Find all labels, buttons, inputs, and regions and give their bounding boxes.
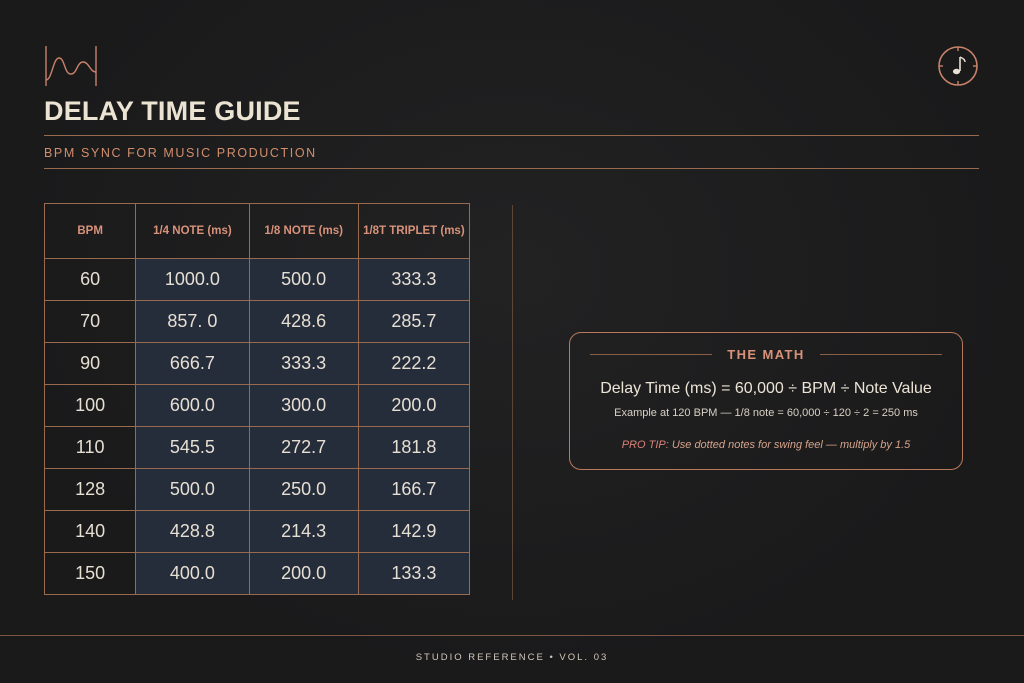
table-row: 70 857. 0 428.6 285.7 — [43, 300, 471, 343]
triplet-cell: 222.2 — [357, 342, 471, 385]
bpm-cell: 110 — [43, 426, 137, 469]
delay-time-table-wrapper: BPM 1/4 NOTE (ms) 1/8 NOTE (ms) 1/8T TRI… — [43, 203, 471, 595]
bpm-cell: 128 — [43, 468, 137, 511]
quarter-note-cell: 545.5 — [135, 426, 250, 469]
table-row: 150 400.0 200.0 133.3 — [43, 552, 471, 595]
pro-tip: PRO TIP: Use dotted notes for swing feel… — [570, 439, 962, 451]
quarter-note-cell: 500.0 — [135, 468, 250, 511]
header-bpm: BPM — [43, 203, 137, 259]
bpm-cell: 90 — [43, 342, 137, 385]
bpm-cell: 140 — [43, 510, 137, 553]
table-row: 110 545.5 272.7 181.8 — [43, 426, 471, 469]
eighth-note-cell: 428.6 — [248, 300, 359, 343]
footer-divider — [0, 635, 1024, 636]
table-row: 100 600.0 300.0 200.0 — [43, 384, 471, 427]
header-eighth-note: 1/8 NOTE (ms) — [248, 203, 359, 259]
subtitle-divider — [44, 168, 979, 169]
quarter-note-cell: 428.8 — [135, 510, 250, 553]
triplet-cell: 333.3 — [357, 258, 471, 301]
header-quarter-note: 1/4 NOTE (ms) — [135, 203, 250, 259]
triplet-cell: 181.8 — [357, 426, 471, 469]
vertical-divider — [512, 205, 513, 600]
footer-caption: STUDIO REFERENCE • VOL. 03 — [415, 652, 609, 663]
eighth-note-cell: 300.0 — [248, 384, 359, 427]
header-eighth-triplet: 1/8T TRIPLET (ms) — [357, 203, 471, 259]
eighth-note-cell: 272.7 — [248, 426, 359, 469]
eighth-note-cell: 214.3 — [248, 510, 359, 553]
triplet-cell: 285.7 — [357, 300, 471, 343]
pro-tip-text: Use dotted notes for swing feel — multip… — [668, 439, 911, 451]
quarter-note-cell: 857. 0 — [135, 300, 250, 343]
table-row: 90 666.7 333.3 222.2 — [43, 342, 471, 385]
bpm-cell: 150 — [43, 552, 137, 595]
table-header-row: BPM 1/4 NOTE (ms) 1/8 NOTE (ms) 1/8T TRI… — [43, 203, 471, 259]
eighth-note-cell: 333.3 — [248, 342, 359, 385]
triplet-cell: 200.0 — [357, 384, 471, 427]
math-panel: THE MATH Delay Time (ms) = 60,000 ÷ BPM … — [569, 332, 963, 470]
formula-example: Example at 120 BPM — 1/8 note = 60,000 ÷… — [614, 407, 918, 419]
quarter-note-cell: 600.0 — [135, 384, 250, 427]
quarter-note-cell: 1000.0 — [135, 258, 250, 301]
triplet-cell: 142.9 — [357, 510, 471, 553]
bpm-cell: 70 — [43, 300, 137, 343]
bpm-cell: 100 — [43, 384, 137, 427]
delay-formula: Delay Time (ms) = 60,000 ÷ BPM ÷ Note Va… — [600, 380, 932, 397]
eighth-note-cell: 500.0 — [248, 258, 359, 301]
triplet-cell: 166.7 — [357, 468, 471, 511]
delay-time-table: BPM 1/4 NOTE (ms) 1/8 NOTE (ms) 1/8T TRI… — [43, 203, 471, 595]
waveform-logo-icon — [45, 46, 97, 86]
eighth-note-cell: 250.0 — [248, 468, 359, 511]
page-title: DELAY TIME GUIDE — [44, 96, 301, 126]
quarter-note-cell: 400.0 — [135, 552, 250, 595]
page-subtitle: BPM SYNC FOR MUSIC PRODUCTION — [44, 146, 317, 160]
table-row: 60 1000.0 500.0 333.3 — [43, 258, 471, 301]
clock-music-note-icon — [938, 46, 978, 86]
quarter-note-cell: 666.7 — [135, 342, 250, 385]
eighth-note-cell: 200.0 — [248, 552, 359, 595]
math-heading-rule-right — [820, 354, 942, 355]
triplet-cell: 133.3 — [357, 552, 471, 595]
delay-time-guide-page: DELAY TIME GUIDE BPM SYNC FOR MUSIC PROD… — [0, 0, 1024, 683]
table-row: 128 500.0 250.0 166.7 — [43, 468, 471, 511]
bpm-cell: 60 — [43, 258, 137, 301]
pro-tip-label: PRO TIP: — [621, 439, 669, 451]
title-divider — [44, 135, 979, 136]
table-row: 140 428.8 214.3 142.9 — [43, 510, 471, 553]
